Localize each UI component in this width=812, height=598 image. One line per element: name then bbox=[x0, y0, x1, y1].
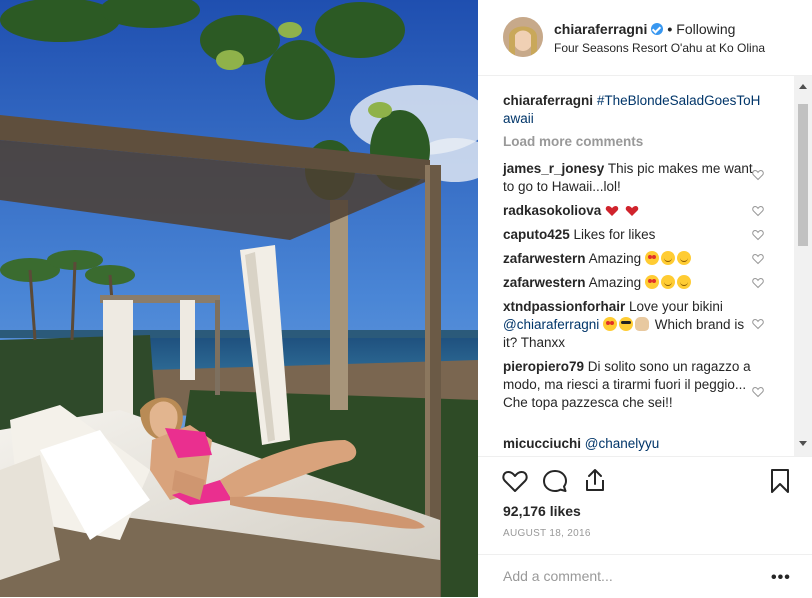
likes-count[interactable]: 92,176 likes bbox=[503, 503, 581, 519]
comment-username[interactable]: pieropiero79 bbox=[503, 359, 584, 374]
heart-icon[interactable] bbox=[752, 318, 764, 330]
header-line: chiaraferragni • Following bbox=[554, 21, 735, 37]
comment-username[interactable]: zafarwestern bbox=[503, 251, 586, 266]
comment-item: micucciuchi @chanelyyu bbox=[503, 435, 761, 453]
location-link[interactable]: Four Seasons Resort O'ahu at Ko Olina bbox=[554, 41, 765, 55]
heart-icon[interactable] bbox=[752, 229, 764, 241]
load-more-comments-button[interactable]: Load more comments bbox=[503, 134, 643, 149]
comment-username[interactable]: caputo425 bbox=[503, 227, 570, 242]
comment-text: Likes for likes bbox=[573, 227, 656, 242]
comments-list[interactable]: chiaraferragni #TheBlondeSaladGoesToHawa… bbox=[478, 76, 812, 456]
scroll-down-arrow-icon[interactable] bbox=[799, 441, 807, 446]
comment-text: Amazing bbox=[588, 275, 642, 290]
comment-item: zafarwestern Amazing bbox=[503, 250, 761, 268]
star-struck-emoji-icon bbox=[644, 251, 659, 265]
heart-emoji-icon bbox=[625, 206, 639, 216]
bookmark-icon[interactable] bbox=[769, 468, 791, 494]
post-date: AUGUST 18, 2016 bbox=[503, 528, 591, 539]
smile-emoji-icon bbox=[660, 251, 675, 265]
heart-emoji-icon bbox=[605, 206, 619, 216]
heart-icon[interactable] bbox=[752, 277, 764, 289]
caption: chiaraferragni #TheBlondeSaladGoesToHawa… bbox=[503, 92, 761, 128]
comment-item: radkasokoliova bbox=[503, 202, 761, 220]
add-comment-bar: Add a comment... ••• bbox=[478, 554, 812, 598]
comment-item: xtndpassionforhair Love your bikini @chi… bbox=[503, 298, 761, 352]
comment-text: Amazing bbox=[588, 251, 642, 266]
smile-emoji-icon bbox=[676, 275, 691, 289]
share-icon[interactable] bbox=[583, 467, 607, 493]
post-details-panel: chiaraferragni • Following Four Seasons Re… bbox=[478, 0, 812, 597]
heart-icon[interactable] bbox=[752, 205, 764, 217]
avatar[interactable] bbox=[503, 17, 543, 57]
scroll-up-arrow-icon[interactable] bbox=[799, 84, 807, 89]
scrollbar-thumb[interactable] bbox=[798, 104, 808, 246]
comment-mention[interactable]: @chanelyyu bbox=[585, 436, 660, 451]
following-button[interactable]: Following bbox=[676, 21, 735, 37]
smile-emoji-icon bbox=[676, 251, 691, 265]
comment-text: Love your bikini bbox=[629, 299, 723, 314]
smile-emoji-icon bbox=[660, 275, 675, 289]
comment-username[interactable]: xtndpassionforhair bbox=[503, 299, 625, 314]
separator-dot: • bbox=[667, 21, 673, 37]
post-header: chiaraferragni • Following Four Seasons Re… bbox=[478, 0, 812, 76]
heart-icon[interactable] bbox=[752, 386, 764, 398]
star-struck-emoji-icon bbox=[644, 275, 659, 289]
comment-item: james_r_jonesy This pic makes me want to… bbox=[503, 160, 761, 196]
heart-icon[interactable] bbox=[502, 469, 528, 493]
heart-icon[interactable] bbox=[752, 253, 764, 265]
star-struck-emoji-icon bbox=[603, 317, 618, 331]
comment-item: pieropiero79 Di solito sono un ragazzo a… bbox=[503, 358, 761, 412]
caption-username[interactable]: chiaraferragni bbox=[503, 93, 593, 108]
username-link[interactable]: chiaraferragni bbox=[554, 21, 647, 37]
comments-scrollbar[interactable] bbox=[794, 76, 812, 456]
verified-badge-icon bbox=[651, 23, 664, 35]
avatar-image bbox=[503, 17, 543, 57]
more-options-icon[interactable]: ••• bbox=[771, 569, 791, 587]
post-actions: 92,176 likes AUGUST 18, 2016 Add a comme… bbox=[478, 456, 812, 597]
sunglasses-emoji-icon bbox=[619, 317, 634, 331]
resort-cabana-image bbox=[0, 0, 478, 597]
post-photo[interactable] bbox=[0, 0, 478, 597]
praying-emoji-icon bbox=[635, 317, 650, 331]
add-comment-input[interactable]: Add a comment... bbox=[503, 568, 613, 584]
comment-item: zafarwestern Amazing bbox=[503, 274, 761, 292]
comment-username[interactable]: radkasokoliova bbox=[503, 203, 601, 218]
comment-username[interactable]: zafarwestern bbox=[503, 275, 586, 290]
comment-item: caputo425 Likes for likes bbox=[503, 226, 761, 244]
comment-mention[interactable]: @chiaraferragni bbox=[503, 317, 599, 332]
comment-username[interactable]: james_r_jonesy bbox=[503, 161, 604, 176]
comment-icon[interactable] bbox=[542, 469, 568, 493]
heart-icon[interactable] bbox=[752, 169, 764, 181]
comment-username[interactable]: micucciuchi bbox=[503, 436, 581, 451]
